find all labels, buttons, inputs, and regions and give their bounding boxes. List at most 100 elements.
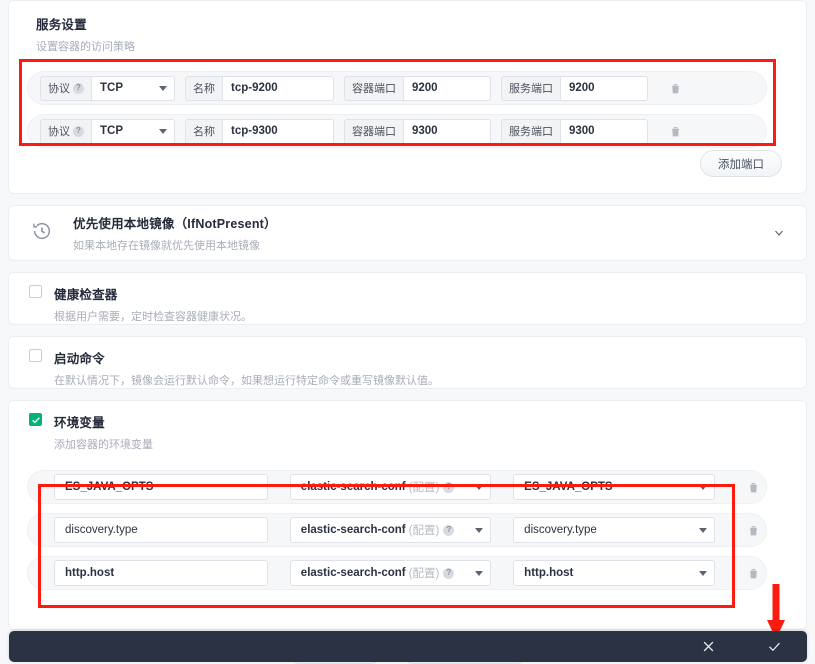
container-port-value: 9300 bbox=[412, 125, 438, 137]
bottom-toolbar bbox=[9, 631, 807, 662]
container-port-group: 容器端口 9200 bbox=[344, 75, 491, 101]
name-label: 名称 bbox=[185, 75, 222, 101]
health-check-text: 健康检查器 根据用户需要，定时检查容器健康状况。 bbox=[54, 284, 252, 324]
name-label: 名称 bbox=[185, 118, 222, 144]
service-port-value: 9300 bbox=[569, 125, 595, 137]
name-value: tcp-9200 bbox=[231, 82, 278, 94]
container-port-label: 容器端口 bbox=[344, 75, 403, 101]
env-row: http.host elastic-search-conf (配置) ? htt… bbox=[27, 556, 767, 590]
env-source-suffix: (配置) bbox=[408, 525, 440, 537]
service-settings-card: 服务设置 设置容器的访问策略 协议 ? TCP 名称 tcp-9200 容器端口… bbox=[8, 0, 807, 194]
service-settings-title: 服务设置 bbox=[36, 18, 87, 32]
env-value-select[interactable]: discovery.type bbox=[513, 517, 715, 543]
env-value-select[interactable]: ES_JAVA_OPTS bbox=[513, 474, 715, 500]
env-key-input[interactable]: ES_JAVA_OPTS bbox=[54, 474, 268, 500]
image-policy-text: 优先使用本地镜像（IfNotPresent） 如果本地存在镜像就优先使用本地镜像 bbox=[73, 213, 770, 253]
health-check-subtitle: 根据用户需要，定时检查容器健康状况。 bbox=[54, 311, 252, 323]
protocol-value: TCP bbox=[100, 82, 123, 94]
protocol-label: 协议 ? bbox=[40, 118, 91, 144]
env-vars-title: 环境变量 bbox=[54, 416, 105, 430]
trash-icon[interactable] bbox=[662, 118, 688, 144]
env-rows: ES_JAVA_OPTS elastic-search-conf (配置) ? … bbox=[9, 470, 806, 590]
help-icon[interactable]: ? bbox=[73, 125, 84, 137]
container-port-input[interactable]: 9200 bbox=[403, 75, 491, 101]
container-port-group: 容器端口 9300 bbox=[344, 118, 491, 144]
service-settings-subtitle: 设置容器的访问策略 bbox=[36, 41, 135, 53]
confirm-button[interactable] bbox=[741, 631, 807, 662]
env-vars-text: 环境变量 添加容器的环境变量 bbox=[54, 412, 153, 452]
chevron-down-icon bbox=[698, 485, 707, 490]
help-icon[interactable]: ? bbox=[73, 82, 84, 94]
start-command-card: 启动命令 在默认情况下，镜像会运行默认命令，如果想运行特定命令或重写镜像默认值。 bbox=[8, 336, 807, 389]
env-source-select[interactable]: elastic-search-conf (配置) ? bbox=[289, 474, 492, 500]
env-source-value: elastic-search-conf bbox=[300, 567, 406, 579]
chevron-down-icon bbox=[475, 528, 484, 533]
chevron-down-icon bbox=[159, 86, 167, 91]
start-command-checkbox[interactable] bbox=[29, 349, 42, 362]
env-source-select[interactable]: elastic-search-conf (配置) ? bbox=[289, 517, 492, 543]
env-value-value: http.host bbox=[524, 567, 574, 579]
health-check-title: 健康检查器 bbox=[54, 288, 118, 302]
add-port-button[interactable]: 添加端口 bbox=[700, 150, 782, 177]
service-port-label: 服务端口 bbox=[501, 118, 560, 144]
env-value-value: ES_JAVA_OPTS bbox=[524, 481, 613, 493]
name-input[interactable]: tcp-9200 bbox=[222, 75, 334, 101]
port-row: 协议 ? TCP 名称 tcp-9200 容器端口 9200 服务端口 9200 bbox=[27, 71, 767, 105]
protocol-label: 协议 ? bbox=[40, 75, 91, 101]
service-port-input[interactable]: 9300 bbox=[560, 118, 648, 144]
env-value-value: discovery.type bbox=[524, 524, 597, 536]
help-icon[interactable]: ? bbox=[443, 567, 455, 579]
start-command-subtitle: 在默认情况下，镜像会运行默认命令，如果想运行特定命令或重写镜像默认值。 bbox=[54, 375, 439, 387]
trash-icon[interactable] bbox=[662, 75, 688, 101]
env-key-input[interactable]: http.host bbox=[54, 560, 268, 586]
cancel-button[interactable] bbox=[675, 631, 741, 662]
protocol-select[interactable]: TCP bbox=[91, 75, 175, 101]
image-policy-title: 优先使用本地镜像（IfNotPresent） bbox=[73, 217, 277, 231]
health-check-checkbox[interactable] bbox=[29, 285, 42, 298]
container-port-label: 容器端口 bbox=[344, 118, 403, 144]
image-policy-card[interactable]: 优先使用本地镜像（IfNotPresent） 如果本地存在镜像就优先使用本地镜像 bbox=[8, 205, 807, 261]
chevron-down-icon bbox=[475, 571, 484, 576]
container-port-value: 9200 bbox=[412, 82, 438, 94]
env-source-select[interactable]: elastic-search-conf (配置) ? bbox=[289, 560, 492, 586]
protocol-select[interactable]: TCP bbox=[91, 118, 175, 144]
protocol-label-text: 协议 bbox=[48, 126, 70, 138]
trash-icon[interactable] bbox=[741, 517, 766, 543]
env-vars-checkbox[interactable] bbox=[29, 413, 42, 426]
service-port-value: 9200 bbox=[569, 82, 595, 94]
chevron-down-icon bbox=[159, 129, 167, 134]
service-port-group: 服务端口 9200 bbox=[501, 75, 648, 101]
env-row: ES_JAVA_OPTS elastic-search-conf (配置) ? … bbox=[27, 470, 767, 504]
name-value: tcp-9300 bbox=[231, 125, 278, 137]
name-group: 名称 tcp-9200 bbox=[185, 75, 334, 101]
service-port-label: 服务端口 bbox=[501, 75, 560, 101]
service-settings-header: 服务设置 设置容器的访问策略 bbox=[9, 14, 806, 54]
port-row: 协议 ? TCP 名称 tcp-9300 容器端口 9300 服务端口 9300 bbox=[27, 114, 767, 148]
env-key-input[interactable]: discovery.type bbox=[54, 517, 268, 543]
env-value-select[interactable]: http.host bbox=[513, 560, 715, 586]
service-port-input[interactable]: 9200 bbox=[560, 75, 648, 101]
protocol-value: TCP bbox=[100, 125, 123, 137]
start-command-title: 启动命令 bbox=[54, 352, 105, 366]
env-source-suffix: (配置) bbox=[408, 568, 440, 580]
health-check-card: 健康检查器 根据用户需要，定时检查容器健康状况。 bbox=[8, 272, 807, 325]
env-source-value: elastic-search-conf bbox=[300, 524, 406, 536]
protocol-group: 协议 ? TCP bbox=[40, 118, 175, 144]
image-policy-subtitle: 如果本地存在镜像就优先使用本地镜像 bbox=[73, 240, 260, 252]
help-icon[interactable]: ? bbox=[443, 481, 455, 493]
trash-icon[interactable] bbox=[741, 560, 766, 586]
env-vars-card: 环境变量 添加容器的环境变量 ES_JAVA_OPTS elastic-sear… bbox=[8, 400, 807, 630]
container-port-input[interactable]: 9300 bbox=[403, 118, 491, 144]
service-port-group: 服务端口 9300 bbox=[501, 118, 648, 144]
protocol-group: 协议 ? TCP bbox=[40, 75, 175, 101]
trash-icon[interactable] bbox=[741, 474, 766, 500]
name-group: 名称 tcp-9300 bbox=[185, 118, 334, 144]
name-input[interactable]: tcp-9300 bbox=[222, 118, 334, 144]
help-icon[interactable]: ? bbox=[443, 524, 455, 536]
start-command-text: 启动命令 在默认情况下，镜像会运行默认命令，如果想运行特定命令或重写镜像默认值。 bbox=[54, 348, 439, 388]
env-source-value: elastic-search-conf bbox=[300, 481, 406, 493]
env-key-value: discovery.type bbox=[65, 524, 138, 536]
chevron-down-icon bbox=[698, 571, 707, 576]
port-rows: 协议 ? TCP 名称 tcp-9200 容器端口 9200 服务端口 9200… bbox=[9, 71, 806, 148]
chevron-down-icon[interactable] bbox=[770, 224, 788, 242]
